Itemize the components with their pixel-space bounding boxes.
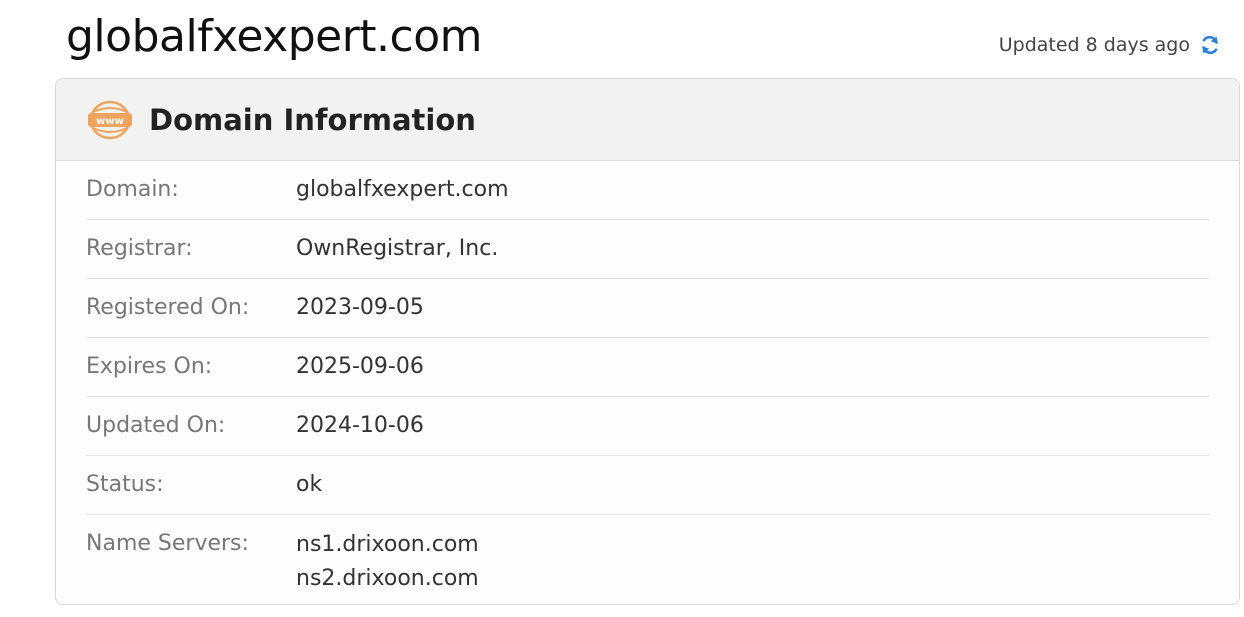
domain-info-list: Domain: globalfxexpert.com Registrar: Ow…: [56, 161, 1239, 596]
row-label: Registrar:: [86, 236, 193, 261]
page-title: globalfxexpert.com: [66, 11, 483, 62]
row-domain: Domain: globalfxexpert.com: [86, 161, 1209, 220]
row-value: 2025-09-06: [296, 354, 424, 379]
row-value: OwnRegistrar, Inc.: [296, 236, 499, 261]
row-expires-on: Expires On: 2025-09-06: [86, 338, 1209, 397]
row-label: Registered On:: [86, 295, 250, 320]
row-label: Name Servers:: [86, 531, 249, 556]
row-status: Status: ok: [86, 456, 1209, 515]
updated-status: Updated 8 days ago: [999, 30, 1222, 60]
name-servers-list: ns1.drixoon.com ns2.drixoon.com: [296, 515, 479, 596]
row-updated-on: Updated On: 2024-10-06: [86, 397, 1209, 456]
row-registrar: Registrar: OwnRegistrar, Inc.: [86, 220, 1209, 279]
name-server: ns2.drixoon.com: [296, 566, 479, 591]
card-header: www Domain Information: [56, 79, 1239, 161]
refresh-icon[interactable]: [1198, 33, 1222, 57]
updated-text: Updated 8 days ago: [998, 34, 1190, 56]
row-registered-on: Registered On: 2023-09-05: [86, 279, 1209, 338]
row-name-servers: Name Servers: ns1.drixoon.com ns2.drixoo…: [86, 515, 1209, 596]
row-value: globalfxexpert.com: [296, 177, 509, 202]
www-icon-text: www: [96, 116, 124, 127]
row-label: Status:: [86, 472, 164, 497]
row-label: Updated On:: [86, 413, 226, 438]
card-heading: Domain Information: [149, 102, 476, 137]
domain-information-card: www Domain Information Domain: globalfxe…: [55, 78, 1240, 605]
row-label: Domain:: [86, 177, 179, 202]
www-icon: www: [87, 100, 133, 140]
row-label: Expires On:: [86, 354, 213, 379]
row-value: 2024-10-06: [296, 413, 424, 438]
whois-page: globalfxexpert.com Updated 8 days ago ww…: [0, 0, 1244, 617]
row-value: ok: [296, 472, 323, 497]
name-server: ns1.drixoon.com: [296, 532, 479, 557]
row-value: 2023-09-05: [296, 295, 424, 320]
